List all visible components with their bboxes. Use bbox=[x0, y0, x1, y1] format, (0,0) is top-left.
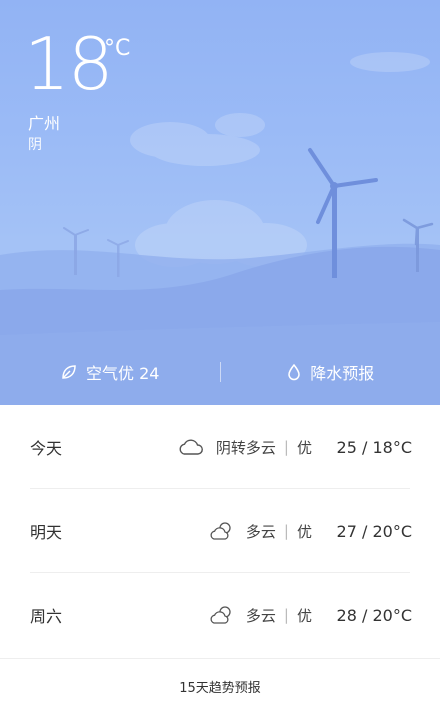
forecast-condition: 多云 bbox=[245, 522, 276, 541]
forecast-day: 今天 bbox=[30, 439, 63, 458]
city-name[interactable]: 广州 bbox=[28, 110, 60, 134]
forecast-temperature-range: 27 / 20°C bbox=[336, 521, 412, 541]
forecast-summary: 阴转多云 | 优 bbox=[178, 437, 312, 458]
forecast-day: 明天 bbox=[30, 523, 63, 542]
weather-hero: 18 °C 广州 阴 空气优 24 降水预报 bbox=[0, 0, 440, 405]
forecast-summary: 多云 | 优 bbox=[210, 605, 312, 626]
cloud-icon bbox=[179, 439, 203, 455]
forecast-row[interactable]: 明天 多云 | 优 27 / 20°C bbox=[0, 489, 440, 573]
forecast-separator: | bbox=[283, 438, 289, 456]
forecast-aqi: 优 bbox=[296, 606, 312, 625]
forecast-separator: | bbox=[283, 606, 289, 624]
water-drop-icon bbox=[288, 363, 300, 381]
current-condition: 阴 bbox=[28, 137, 42, 153]
forecast-condition: 多云 bbox=[245, 606, 276, 625]
precipitation-button[interactable]: 降水预报 bbox=[221, 360, 440, 384]
forecast-list: 今天 阴转多云 | 优 25 / 18°C 明天 多云 | 优 27 / 20°… bbox=[0, 405, 440, 657]
leaf-icon bbox=[62, 365, 76, 379]
cloud-decoration bbox=[130, 52, 430, 166]
forecast-temperature-range: 25 / 18°C bbox=[336, 437, 412, 457]
forecast-summary: 多云 | 优 bbox=[210, 521, 312, 542]
forecast-separator: | bbox=[283, 522, 289, 540]
temperature-unit: °C bbox=[104, 36, 131, 61]
extended-forecast-button[interactable]: 15天趋势预报 bbox=[0, 658, 440, 713]
current-temperature: 18 bbox=[24, 22, 114, 106]
forecast-aqi: 优 bbox=[296, 522, 312, 541]
air-quality-label: 空气优 24 bbox=[86, 364, 160, 383]
hero-info-bar: 空气优 24 降水预报 bbox=[0, 350, 440, 394]
air-quality-button[interactable]: 空气优 24 bbox=[0, 360, 220, 384]
partly-cloudy-icon bbox=[210, 522, 231, 540]
forecast-temperature-range: 28 / 20°C bbox=[336, 605, 412, 625]
forecast-row[interactable]: 今天 阴转多云 | 优 25 / 18°C bbox=[0, 405, 440, 489]
extended-forecast-label: 15天趋势预报 bbox=[179, 680, 261, 696]
partly-cloudy-icon bbox=[210, 606, 231, 624]
precipitation-label: 降水预报 bbox=[310, 364, 375, 383]
forecast-condition: 阴转多云 bbox=[215, 438, 276, 457]
forecast-day: 周六 bbox=[30, 607, 63, 626]
forecast-row[interactable]: 周六 多云 | 优 28 / 20°C bbox=[0, 573, 440, 657]
forecast-aqi: 优 bbox=[296, 438, 312, 457]
